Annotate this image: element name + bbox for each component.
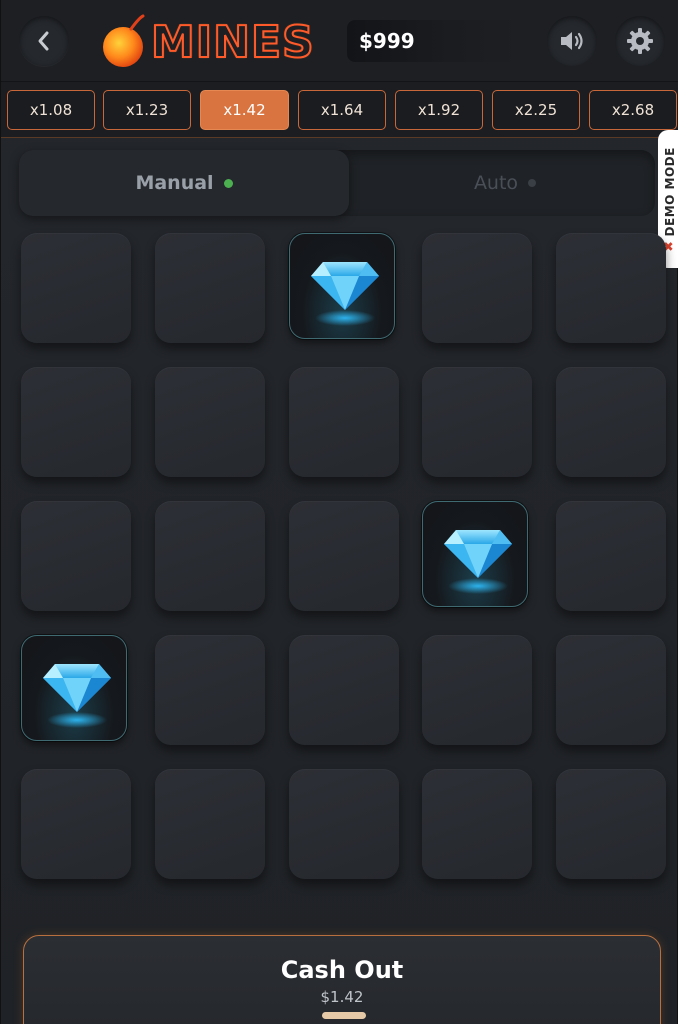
cash-out-label: Cash Out: [280, 956, 404, 984]
revealed-gem-tile[interactable]: [21, 635, 127, 741]
hidden-tile[interactable]: [556, 501, 666, 611]
hidden-tile[interactable]: [155, 635, 265, 745]
hidden-tile[interactable]: [289, 367, 399, 477]
hidden-tile[interactable]: [556, 769, 666, 879]
hidden-tile[interactable]: [289, 635, 399, 745]
auto-mode-label: Auto: [473, 172, 519, 194]
balance-value: $999: [359, 29, 415, 53]
drag-handle: [322, 1012, 366, 1019]
hidden-tile[interactable]: [155, 769, 265, 879]
multiplier-chip[interactable]: x1.23: [103, 90, 191, 130]
diamond-icon: [43, 664, 111, 728]
cash-out-amount: $1.42: [320, 988, 364, 1006]
hidden-tile[interactable]: [422, 367, 532, 477]
hidden-tile[interactable]: [422, 635, 532, 745]
auto-mode-tab[interactable]: Auto: [355, 150, 655, 216]
status-dot: [528, 179, 537, 187]
multiplier-chip[interactable]: x2.25: [492, 90, 580, 130]
back-button[interactable]: [19, 16, 69, 66]
hidden-tile[interactable]: [155, 501, 265, 611]
cash-out-button[interactable]: Cash Out $1.42: [23, 935, 661, 1024]
multiplier-chip[interactable]: x1.64: [298, 90, 386, 130]
gear-icon: [627, 28, 653, 54]
bomb-icon: [103, 14, 145, 67]
multiplier-strip: x1.08 x1.23 x1.42 x1.64 x1.92 x2.25 x2.6…: [1, 82, 678, 138]
mines-game: MINES $999 x1.08 x1.23 x1.42 x1.64 x1.92…: [0, 0, 678, 1024]
hidden-tile[interactable]: [289, 501, 399, 611]
hidden-tile[interactable]: [289, 769, 399, 879]
hidden-tile[interactable]: [155, 233, 265, 343]
hidden-tile[interactable]: [21, 501, 131, 611]
demo-mode-label: DEMO MODE: [662, 146, 676, 236]
hidden-tile[interactable]: [556, 367, 666, 477]
sound-button[interactable]: [547, 16, 597, 66]
header: MINES $999: [1, 0, 678, 82]
hidden-tile[interactable]: [21, 233, 131, 343]
hidden-tile[interactable]: [21, 367, 131, 477]
multiplier-chip-active[interactable]: x1.42: [200, 90, 289, 130]
logo-text: MINES: [150, 16, 315, 69]
hidden-tile[interactable]: [556, 635, 666, 745]
hidden-tile[interactable]: [21, 769, 131, 879]
hidden-tile[interactable]: [422, 233, 532, 343]
balance-display: $999: [347, 20, 519, 62]
multiplier-chip[interactable]: x1.08: [7, 90, 95, 130]
diamond-icon: [444, 530, 512, 594]
chevron-left-icon: [38, 31, 49, 51]
hidden-tile[interactable]: [556, 233, 666, 343]
status-dot: [223, 178, 233, 188]
speaker-icon: [561, 32, 583, 50]
mode-toggle: Manual Auto: [19, 150, 655, 216]
revealed-gem-tile[interactable]: [422, 501, 528, 607]
manual-mode-tab[interactable]: Manual: [19, 150, 349, 216]
logo: MINES: [101, 12, 315, 72]
hidden-tile[interactable]: [422, 769, 532, 879]
manual-mode-label: Manual: [135, 172, 214, 194]
multiplier-chip[interactable]: x2.68: [589, 90, 677, 130]
hidden-tile[interactable]: [155, 367, 265, 477]
diamond-icon: [311, 262, 379, 326]
revealed-gem-tile[interactable]: [289, 233, 395, 339]
settings-button[interactable]: [615, 16, 665, 66]
multiplier-chip[interactable]: x1.92: [395, 90, 483, 130]
